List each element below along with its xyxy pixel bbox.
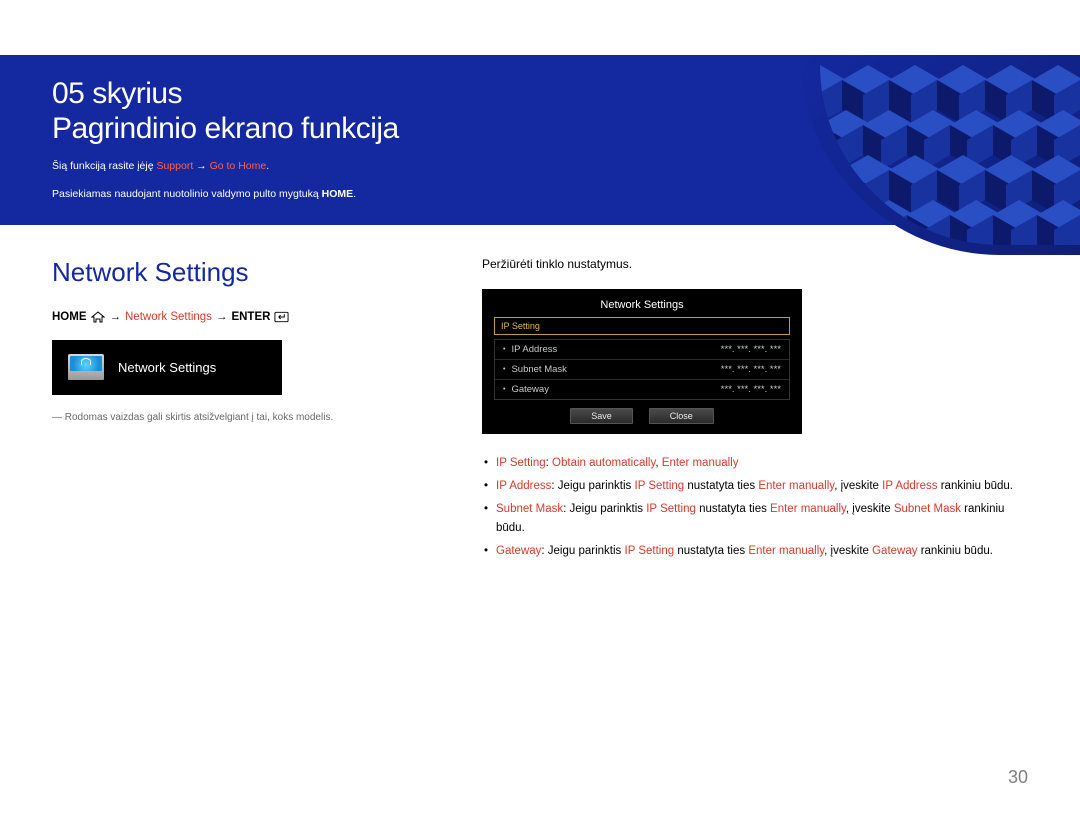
dialog-button-row: Save Close (494, 400, 790, 424)
text: nustatyta ties (684, 480, 758, 492)
dialog-ip-setting-row[interactable]: IP Setting (494, 317, 790, 335)
term: Subnet Mask (496, 503, 563, 515)
intro-period: . (266, 160, 269, 172)
dialog-title: Network Settings (494, 297, 790, 317)
term: Obtain automatically (552, 457, 655, 469)
list-item: IP Address: Jeigu parinktis IP Setting n… (482, 477, 1028, 495)
dialog-row-value: ***. ***. ***. *** (721, 384, 781, 395)
term: Subnet Mask (894, 503, 961, 515)
text: : Jeigu parinktis (551, 480, 634, 492)
dialog-list: •IP Address ***. ***. ***. *** •Subnet M… (494, 339, 790, 400)
term: IP Setting (635, 480, 685, 492)
term: IP Setting (646, 503, 696, 515)
page-number: 30 (1008, 767, 1028, 788)
term: IP Address (882, 480, 937, 492)
dialog-row-label: Subnet Mask (511, 364, 566, 375)
text: , įveskite (834, 480, 882, 492)
breadcrumb-home: HOME (52, 311, 87, 323)
list-item: Subnet Mask: Jeigu parinktis IP Setting … (482, 500, 1028, 537)
dialog-row-gateway[interactable]: •Gateway ***. ***. ***. *** (495, 380, 789, 399)
enter-icon (274, 310, 289, 324)
term: Enter manually (770, 503, 846, 515)
dialog-row-value: ***. ***. ***. *** (721, 364, 781, 375)
text: rankiniu būdu. (938, 480, 1013, 492)
term: Enter manually (758, 480, 834, 492)
dialog-row-value: ***. ***. ***. *** (721, 344, 781, 355)
breadcrumb-arrow: → (216, 311, 228, 323)
text: : Jeigu parinktis (563, 503, 646, 515)
term: IP Setting (625, 545, 675, 557)
description: Peržiūrėti tinklo nustatymus. (482, 257, 1028, 271)
intro2-text: Pasiekiamas naudojant nuotolinio valdymo… (52, 188, 322, 200)
list-item: IP Setting: Obtain automatically, Enter … (482, 454, 1028, 472)
dialog-row-label: Gateway (511, 384, 549, 395)
model-note: ― Rodomas vaizdas gali skirtis atsižvelg… (52, 411, 452, 425)
dialog-row-label: IP Address (511, 344, 557, 355)
term: Enter manually (662, 457, 739, 469)
right-column: Peržiūrėti tinklo nustatymus. Network Se… (482, 257, 1028, 566)
text: , įveskite (846, 503, 894, 515)
term: Enter manually (748, 545, 824, 557)
text: nustatyta ties (674, 545, 748, 557)
intro-text: Šią funkciją rasite įėję (52, 160, 156, 172)
intro2-home: HOME (322, 188, 354, 200)
breadcrumb-arrow: → (110, 311, 122, 323)
home-icon (91, 310, 106, 324)
left-column: Network Settings HOME → Network Settings… (52, 257, 452, 566)
text: nustatyta ties (696, 503, 770, 515)
close-button[interactable]: Close (649, 408, 714, 424)
term: IP Setting (496, 457, 546, 469)
term: IP Address (496, 480, 551, 492)
text: , įveskite (824, 545, 872, 557)
save-button[interactable]: Save (570, 408, 633, 424)
breadcrumb-link: Network Settings (125, 311, 212, 323)
network-settings-dialog: Network Settings IP Setting •IP Address … (482, 289, 802, 434)
intro-gotohome: Go to Home (210, 160, 267, 172)
cube-pattern (820, 65, 1080, 245)
info-bullet-list: IP Setting: Obtain automatically, Enter … (482, 454, 1028, 561)
intro-arrow: → (193, 160, 209, 172)
section-heading: Network Settings (52, 257, 452, 288)
intro-support: Support (156, 160, 193, 172)
dialog-row-subnet-mask[interactable]: •Subnet Mask ***. ***. ***. *** (495, 360, 789, 380)
content-area: Network Settings HOME → Network Settings… (0, 225, 1080, 566)
breadcrumb-enter: ENTER (231, 311, 270, 323)
intro2-period: . (353, 188, 356, 200)
term: Gateway (496, 545, 541, 557)
term: Gateway (872, 545, 917, 557)
list-item: Gateway: Jeigu parinktis IP Setting nust… (482, 542, 1028, 560)
text: rankiniu būdu. (918, 545, 993, 557)
network-icon (68, 354, 104, 380)
widget-label: Network Settings (118, 360, 216, 375)
text: : Jeigu parinktis (541, 545, 624, 557)
dialog-row-ip-address[interactable]: •IP Address ***. ***. ***. *** (495, 340, 789, 360)
breadcrumb: HOME → Network Settings → ENTER (52, 310, 452, 324)
widget-tile: Network Settings (52, 340, 282, 395)
